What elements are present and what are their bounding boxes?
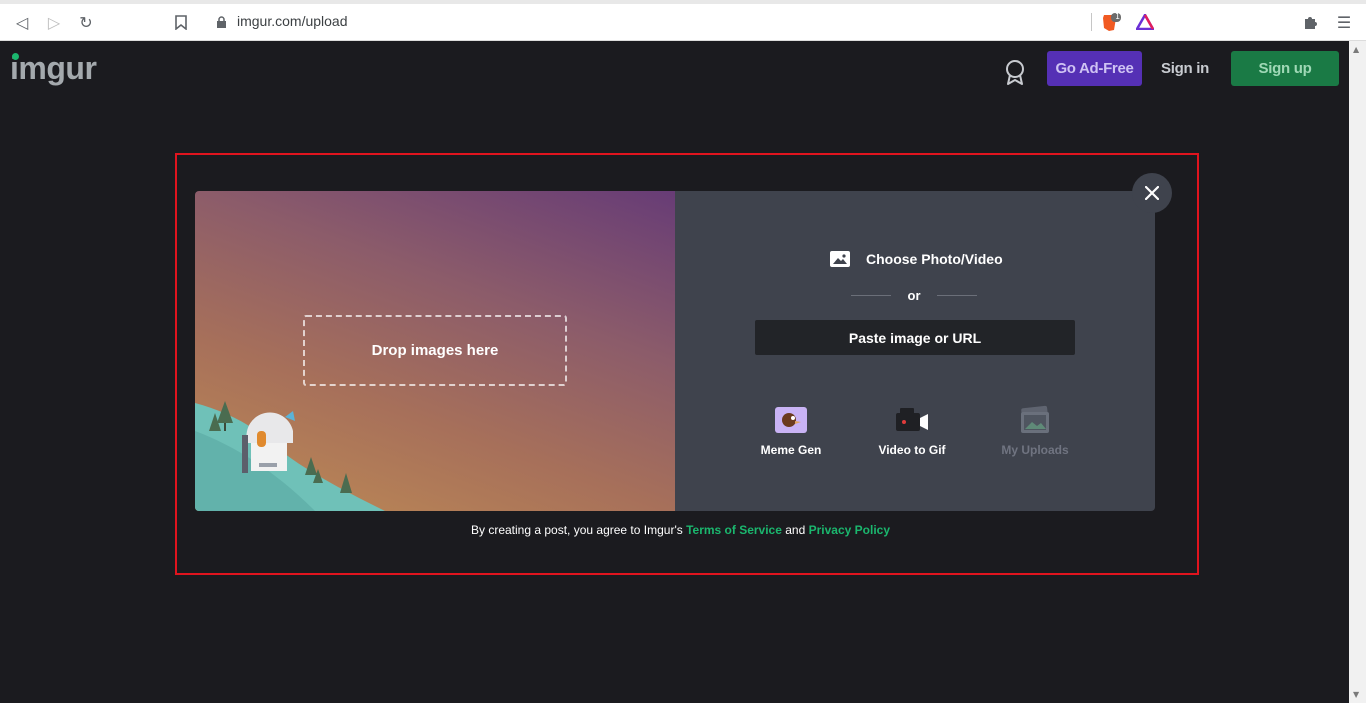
award-icon[interactable] [1002,58,1028,86]
video-to-gif-button[interactable]: Video to Gif [862,405,962,465]
menu-icon[interactable]: ☰ [1333,11,1355,33]
or-divider: or [851,287,977,303]
back-icon[interactable]: ◁ [11,11,33,33]
drop-zone-panel[interactable]: Drop images here [195,191,675,511]
my-uploads-icon [1021,405,1049,433]
observatory-illustration [195,401,385,511]
page-scrollbar[interactable]: ▲ ▼ [1349,41,1366,703]
logo-dot [12,53,19,60]
drop-zone[interactable]: Drop images here [303,315,567,386]
divider [1091,13,1092,31]
upload-dialog: Drop images here Choose Photo/Video or P… [195,191,1155,511]
url-text: imgur.com/upload [237,13,348,29]
go-ad-free-button[interactable]: Go Ad-Free [1047,51,1142,86]
divider-line [937,294,977,296]
my-uploads-button[interactable]: My Uploads [985,405,1085,465]
my-uploads-label: My Uploads [1001,443,1069,457]
close-dialog-button[interactable] [1132,173,1172,213]
reload-icon[interactable]: ↻ [75,11,97,33]
logo-text: imgur [10,50,97,86]
scroll-up-icon[interactable]: ▲ [1353,45,1359,54]
tab-strip [0,0,1366,4]
meme-gen-label: Meme Gen [760,443,822,457]
scroll-down-icon[interactable]: ▼ [1353,690,1359,699]
bookmark-icon[interactable] [170,11,192,33]
meme-gen-button[interactable]: Meme Gen [741,405,841,465]
browser-toolbar: ◁ ▷ ↻ imgur.com/upload 17 ☰ [0,0,1366,41]
or-label: or [907,287,921,303]
close-icon [1145,186,1159,200]
brave-rewards-icon[interactable] [1134,11,1156,33]
divider-line [851,294,891,296]
sign-up-button[interactable]: Sign up [1231,51,1339,86]
lock-icon [210,11,232,33]
upload-options-panel: Choose Photo/Video or Paste image or URL… [675,191,1155,511]
forward-icon[interactable]: ▷ [43,11,65,33]
choose-label: Choose Photo/Video [866,251,1003,267]
terms-notice: By creating a post, you agree to Imgur's… [471,523,890,537]
terms-of-service-link[interactable]: Terms of Service [686,523,782,537]
video-camera-icon [896,408,928,431]
imgur-logo[interactable]: imgur [10,50,97,87]
video-to-gif-label: Video to Gif [878,443,946,457]
extensions-icon[interactable] [1300,11,1322,33]
meme-gen-icon [775,407,807,433]
terms-prefix: By creating a post, you agree to Imgur's [471,523,683,537]
choose-photo-video-button[interactable]: Choose Photo/Video [830,249,1003,269]
privacy-policy-link[interactable]: Privacy Policy [809,523,890,537]
paste-url-button[interactable]: Paste image or URL [755,320,1075,355]
shield-count-badge: 17 [1115,12,1126,21]
sign-in-button[interactable]: Sign in [1155,51,1215,86]
terms-and: and [785,523,806,537]
image-icon [830,251,850,267]
